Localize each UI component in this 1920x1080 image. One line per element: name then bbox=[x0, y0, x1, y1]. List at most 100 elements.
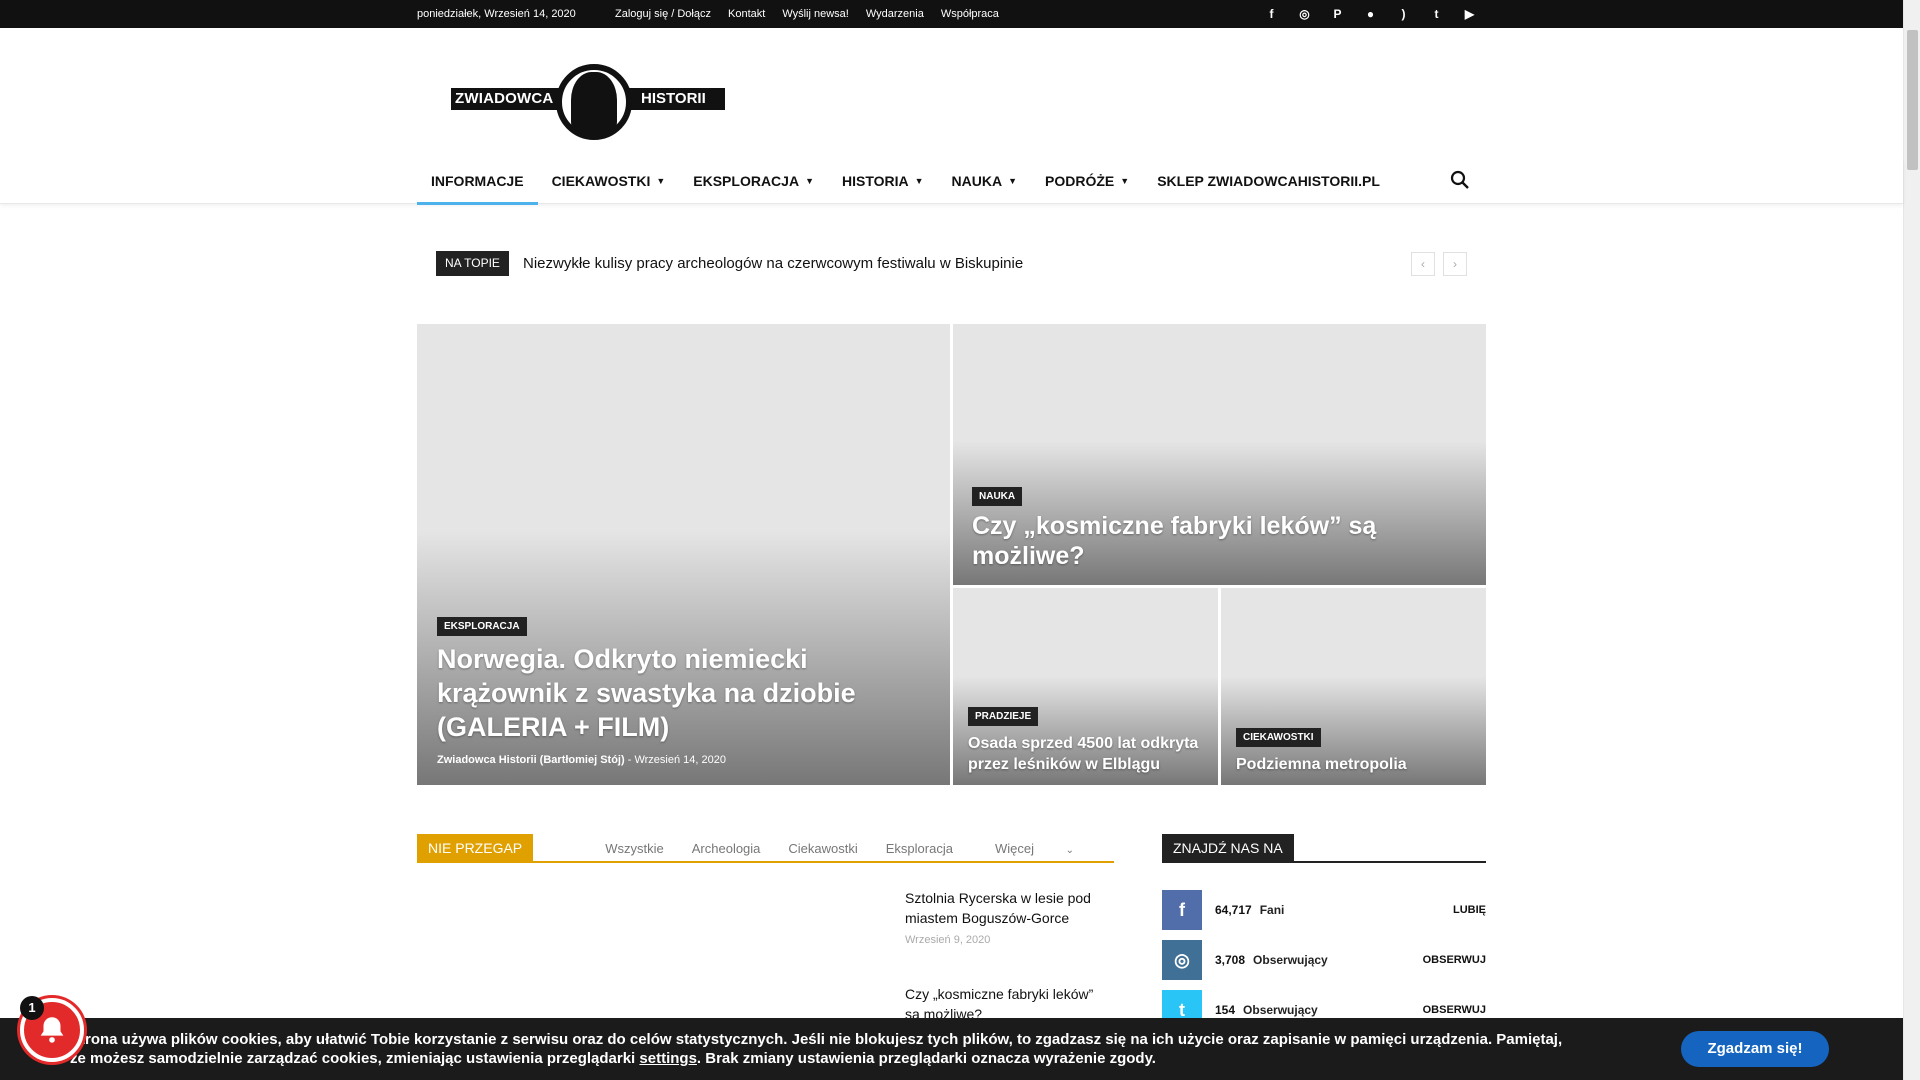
nav-item-ciekawostki[interactable]: CIEKAWOSTKI ▼ bbox=[538, 158, 680, 204]
nav-label: CIEKAWOSTKI bbox=[551, 173, 651, 189]
facebook-icon: f bbox=[1162, 890, 1202, 930]
chevron-down-icon: ▼ bbox=[914, 176, 924, 186]
tab-label: Więcej bbox=[994, 841, 1034, 856]
nav-label: INFORMACJE bbox=[431, 173, 524, 189]
logo-text-right: HISTORII bbox=[641, 90, 706, 107]
cookie-message: Strona używa plików cookies, aby ułatwić… bbox=[70, 1030, 1570, 1068]
category-badge[interactable]: CIEKAWOSTKI bbox=[1236, 728, 1321, 747]
block-title: ZNAJDŹ NAS NA bbox=[1162, 834, 1294, 863]
like-button[interactable]: LUBIĘ bbox=[1453, 904, 1486, 916]
scrollbar-thumb[interactable] bbox=[1907, 30, 1918, 170]
chevron-down-icon: ▼ bbox=[656, 176, 666, 186]
contact-link[interactable]: Kontakt bbox=[728, 8, 765, 20]
rss-icon[interactable]: ) bbox=[1387, 7, 1420, 21]
ticker-next-button[interactable]: › bbox=[1443, 252, 1467, 276]
follow-button[interactable]: OBSERWUJ bbox=[1423, 954, 1486, 966]
notification-count-badge: 1 bbox=[20, 996, 44, 1020]
nav-item-nauka[interactable]: NAUKA ▼ bbox=[938, 158, 1031, 204]
nav-item-sklep[interactable]: SKLEP ZWIADOWCAHISTORII.PL bbox=[1143, 158, 1394, 204]
follower-count: 154 bbox=[1215, 1003, 1236, 1017]
search-icon[interactable] bbox=[1448, 168, 1472, 192]
cookie-accept-button[interactable]: Zgadzam się! bbox=[1681, 1031, 1829, 1067]
logo-text-left: ZWIADOWCA bbox=[455, 90, 554, 107]
follower-label: Obserwujący bbox=[1253, 953, 1328, 967]
featured-main-title[interactable]: Norwegia. Odkryto niemiecki krążownik z … bbox=[437, 642, 917, 744]
trending-ticker: NA TOPIE Niezwykłe kulisy pracy archeolo… bbox=[436, 251, 1470, 277]
top-links: Zaloguj się / Dołącz Kontakt Wyślij news… bbox=[615, 8, 999, 20]
cookie-settings-link[interactable]: settings bbox=[639, 1050, 697, 1067]
social-counter-instagram[interactable]: ◎ 3,708 Obserwujący OBSERWUJ bbox=[1162, 940, 1486, 980]
nav-label: PODRÓŻE bbox=[1045, 173, 1115, 189]
trending-badge: NA TOPIE bbox=[436, 251, 509, 276]
featured-bottom-right-title[interactable]: Podziemna metropolia bbox=[1236, 754, 1476, 775]
find-us-header: ZNAJDŹ NAS NA bbox=[1162, 834, 1486, 863]
nav-item-podroze[interactable]: PODRÓŻE ▼ bbox=[1031, 158, 1143, 204]
category-badge[interactable]: EKSPLORACJA bbox=[437, 617, 527, 636]
social-counter-facebook[interactable]: f 64,717 Fani LUBIĘ bbox=[1162, 890, 1486, 930]
site-logo[interactable]: ZWIADOWCA HISTORII bbox=[451, 62, 725, 140]
block-filter-tabs: Wszystkie Archeologia Ciekawostki Eksplo… bbox=[591, 841, 1102, 856]
chevron-down-icon: ▼ bbox=[1008, 176, 1018, 186]
page-scrollbar[interactable] bbox=[1903, 0, 1920, 1080]
instagram-icon[interactable]: ◎ bbox=[1288, 7, 1321, 21]
featured-bottom-left-title[interactable]: Osada sprzed 4500 lat odkryta przez leśn… bbox=[968, 733, 1208, 775]
top-bar: poniedziałek, Wrzesień 14, 2020 Zaloguj … bbox=[0, 0, 1903, 28]
tab-wszystkie[interactable]: Wszystkie bbox=[591, 841, 678, 856]
current-date: poniedziałek, Wrzesień 14, 2020 bbox=[417, 8, 576, 20]
facebook-icon[interactable]: f bbox=[1255, 7, 1288, 21]
tab-eksploracja[interactable]: Eksploracja bbox=[872, 841, 967, 856]
login-link[interactable]: Zaloguj się / Dołącz bbox=[615, 8, 711, 20]
featured-bottom-left-tile[interactable]: PRADZIEJE Osada sprzed 4500 lat odkryta … bbox=[953, 588, 1218, 785]
nav-item-eksploracja[interactable]: EKSPLORACJA ▼ bbox=[679, 158, 828, 204]
follower-label: Fani bbox=[1259, 903, 1285, 917]
youtube-icon[interactable]: ▶ bbox=[1453, 7, 1486, 21]
pinterest-icon[interactable]: P bbox=[1321, 7, 1354, 21]
category-badge[interactable]: NAUKA bbox=[972, 487, 1023, 506]
twitter-icon[interactable]: t bbox=[1420, 7, 1453, 21]
featured-top-right-title[interactable]: Czy „kosmiczne fabryki leków” są możliwe… bbox=[972, 511, 1412, 571]
chevron-down-icon: ▼ bbox=[1120, 176, 1130, 186]
bell-icon bbox=[40, 1017, 64, 1043]
follower-count: 3,708 bbox=[1215, 953, 1246, 967]
chevron-down-icon: ▼ bbox=[805, 176, 814, 186]
category-badge[interactable]: PRADZIEJE bbox=[968, 707, 1039, 726]
author-name[interactable]: Zwiadowca Historii (Bartłomiej Stój) bbox=[437, 754, 625, 766]
featured-bottom-right-tile[interactable]: CIEKAWOSTKI Podziemna metropolia bbox=[1221, 588, 1486, 785]
nav-label: HISTORIA bbox=[841, 173, 909, 189]
meta-separator: - bbox=[627, 754, 632, 766]
main-nav: INFORMACJE CIEKAWOSTKI ▼ EKSPLORACJA ▼ HIS… bbox=[0, 158, 1903, 205]
reddit-icon[interactable]: ● bbox=[1354, 7, 1387, 21]
instagram-icon: ◎ bbox=[1162, 940, 1202, 980]
logo-explorer-silhouette bbox=[571, 72, 617, 134]
top-social-icons: f ◎ P ● ) t ▶ bbox=[1255, 0, 1486, 28]
cookie-text-end: . Brak zmiany ustawienia przeglądarki oz… bbox=[696, 1050, 1156, 1067]
featured-main-meta: Zwiadowca Historii (Bartłomiej Stój) - W… bbox=[437, 754, 726, 766]
post-date: Wrzesień 14, 2020 bbox=[634, 754, 726, 766]
notification-bell-button[interactable]: 1 bbox=[20, 996, 84, 1062]
block-title: NIE PRZEGAP bbox=[417, 834, 534, 863]
tab-wiecej[interactable]: Więcej ⌄ bbox=[967, 841, 1102, 856]
follow-button[interactable]: OBSERWUJ bbox=[1423, 1004, 1486, 1016]
follower-label: Obserwujący bbox=[1243, 1003, 1318, 1017]
nav-label: EKSPLORACJA bbox=[693, 173, 800, 189]
trending-headline[interactable]: Niezwykłe kulisy pracy archeologów na cz… bbox=[523, 255, 1023, 272]
chevron-down-icon: ⌄ bbox=[1065, 845, 1074, 856]
nie-przegap-header: NIE PRZEGAP Wszystkie Archeologia Ciekaw… bbox=[417, 834, 1114, 863]
cooperation-link[interactable]: Współpraca bbox=[941, 8, 999, 20]
ticker-prev-button[interactable]: ‹ bbox=[1411, 252, 1435, 276]
list-item[interactable]: Sztolnia Rycerska w lesie pod miastem Bo… bbox=[905, 888, 1105, 946]
follower-count: 64,717 bbox=[1215, 903, 1252, 917]
post-title[interactable]: Sztolnia Rycerska w lesie pod miastem Bo… bbox=[905, 888, 1105, 928]
nav-item-informacje[interactable]: INFORMACJE bbox=[417, 158, 538, 205]
tab-ciekawostki[interactable]: Ciekawostki bbox=[774, 841, 871, 856]
tab-archeologia[interactable]: Archeologia bbox=[678, 841, 775, 856]
send-news-link[interactable]: Wyślij newsa! bbox=[782, 8, 849, 20]
cookie-banner: Strona używa plików cookies, aby ułatwić… bbox=[0, 1018, 1903, 1080]
featured-top-right-tile[interactable]: NAUKA Czy „kosmiczne fabryki leków” są m… bbox=[953, 324, 1486, 585]
post-date: Wrzesień 9, 2020 bbox=[905, 934, 991, 946]
nav-label: NAUKA bbox=[951, 173, 1003, 189]
events-link[interactable]: Wydarzenia bbox=[866, 8, 924, 20]
nav-item-historia[interactable]: HISTORIA ▼ bbox=[828, 158, 938, 204]
nav-label: SKLEP ZWIADOWCAHISTORII.PL bbox=[1157, 173, 1380, 189]
featured-main-tile[interactable]: EKSPLORACJA Norwegia. Odkryto niemiecki … bbox=[417, 324, 950, 785]
